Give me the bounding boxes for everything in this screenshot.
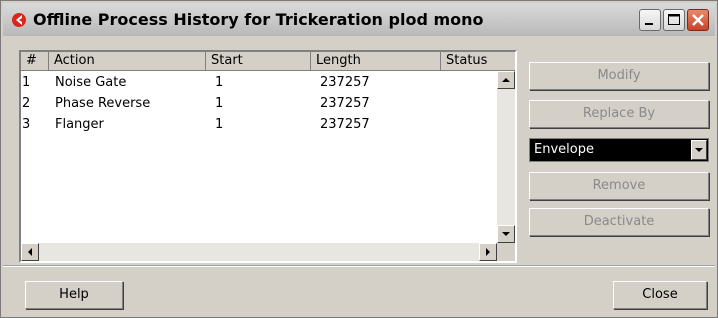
row-action: Flanger (55, 117, 104, 132)
row-length: 237257 (320, 117, 370, 132)
chevron-down-icon (695, 148, 703, 152)
effect-select-value: Envelope (534, 142, 594, 157)
maximize-icon (668, 14, 680, 25)
remove-button[interactable]: Remove (529, 172, 709, 200)
row-start: 1 (215, 117, 224, 132)
row-number: 3 (22, 117, 31, 132)
minimize-button[interactable] (639, 9, 661, 31)
list-header: # Action Start Length Status (21, 52, 515, 71)
deactivate-button[interactable]: Deactivate (529, 208, 709, 236)
app-logo-icon (11, 12, 27, 28)
row-length: 237257 (320, 75, 370, 90)
arrow-right-icon (486, 248, 490, 256)
replace-by-button[interactable]: Replace By (529, 100, 709, 128)
scrollbar-corner (497, 243, 515, 261)
title-bar[interactable]: Offline Process History for Trickeration… (3, 3, 715, 36)
arrow-left-icon (28, 248, 32, 256)
arrow-down-icon (502, 232, 510, 236)
help-button[interactable]: Help (25, 281, 123, 309)
row-length: 237257 (320, 96, 370, 111)
column-header-start[interactable]: Start (206, 52, 311, 70)
close-button[interactable]: Close (613, 281, 707, 309)
footer-separator (3, 265, 715, 267)
row-start: 1 (215, 96, 224, 111)
process-history-list[interactable]: # Action Start Length Status 1 Noise Gat… (19, 50, 517, 263)
scroll-up-button[interactable] (497, 71, 515, 89)
arrow-up-icon (502, 78, 510, 82)
table-row[interactable]: 1 Noise Gate 1 237257 (21, 72, 495, 93)
close-icon (692, 14, 704, 26)
offline-process-history-window: Offline Process History for Trickeration… (0, 0, 718, 318)
window-title: Offline Process History for Trickeration… (33, 10, 484, 29)
minimize-icon (645, 23, 653, 25)
table-row[interactable]: 2 Phase Reverse 1 237257 (21, 93, 495, 114)
row-number: 2 (22, 96, 31, 111)
close-window-button[interactable] (687, 9, 709, 31)
row-number: 1 (22, 75, 31, 90)
scroll-down-button[interactable] (497, 225, 515, 243)
column-header-action[interactable]: Action (49, 52, 206, 70)
column-header-number[interactable]: # (21, 52, 49, 70)
effect-select-dropdown-button[interactable] (691, 140, 707, 160)
table-row[interactable]: 3 Flanger 1 237257 (21, 114, 495, 135)
maximize-button[interactable] (663, 9, 685, 31)
modify-button[interactable]: Modify (529, 62, 709, 90)
row-action: Noise Gate (55, 75, 127, 90)
scroll-left-button[interactable] (21, 243, 39, 261)
column-header-length[interactable]: Length (311, 52, 441, 70)
effect-select[interactable]: Envelope (529, 138, 709, 162)
row-start: 1 (215, 75, 224, 90)
vertical-scrollbar[interactable] (497, 71, 515, 243)
column-header-status[interactable]: Status (441, 52, 515, 70)
row-action: Phase Reverse (55, 96, 151, 111)
scroll-right-button[interactable] (479, 243, 497, 261)
horizontal-scrollbar[interactable] (21, 243, 497, 261)
